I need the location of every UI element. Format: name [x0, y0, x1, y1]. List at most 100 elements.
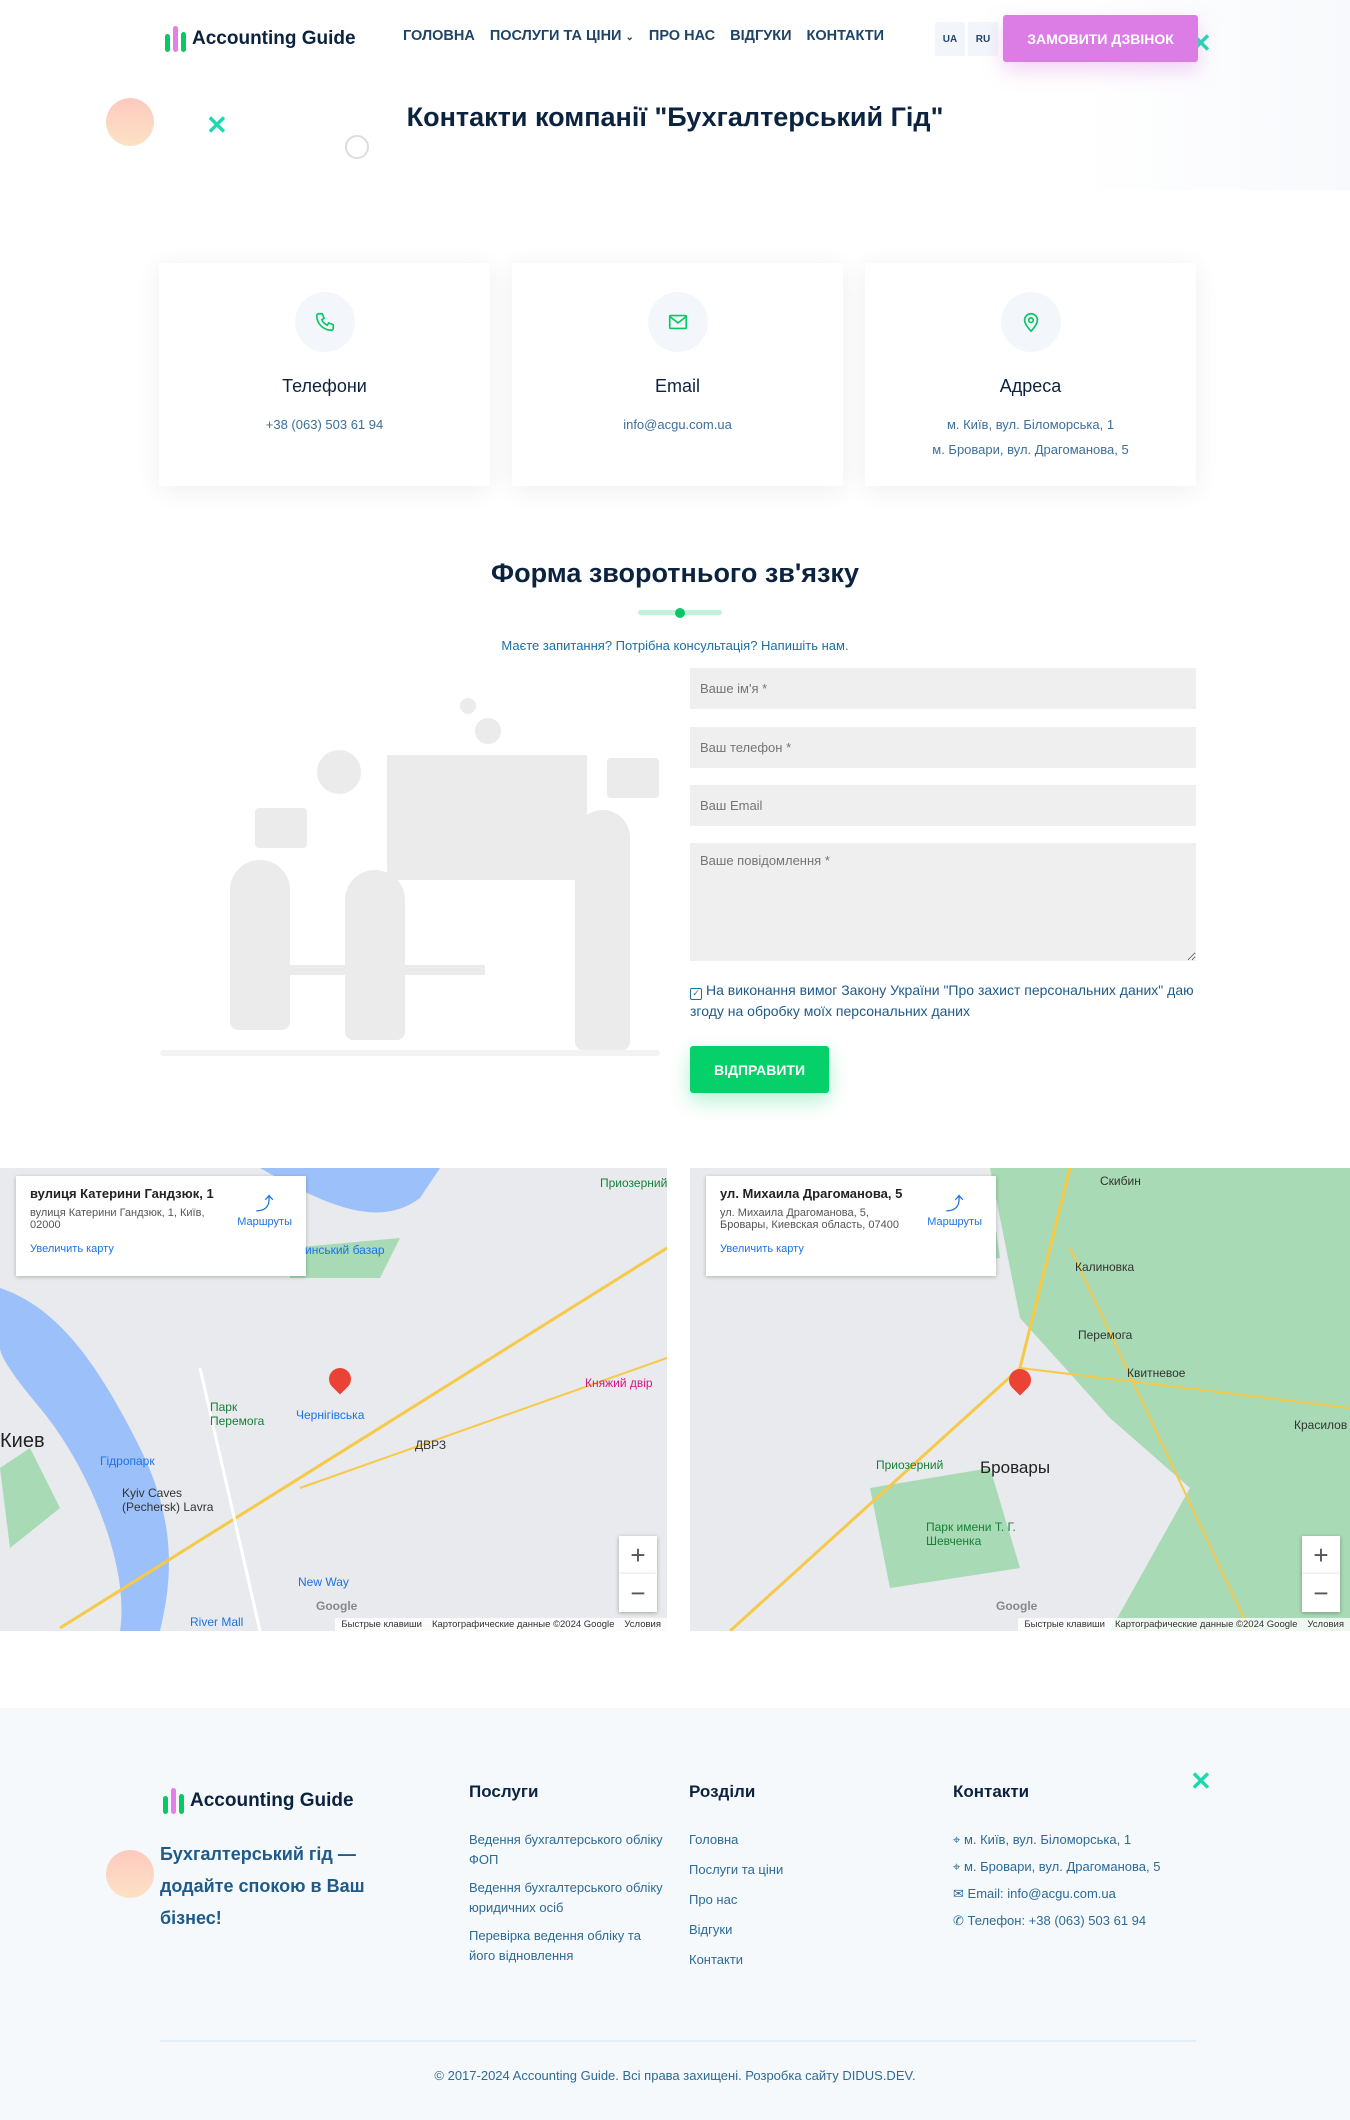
zoom-in-button[interactable]: + [1302, 1536, 1340, 1574]
footer-link[interactable]: Головна [689, 1830, 783, 1850]
phone-icon: ✆ [953, 1913, 964, 1928]
routes-button[interactable]: ⤴ Маршруты [237, 1190, 292, 1228]
contact-card-email: Email info@acgu.com.ua [512, 263, 843, 486]
routes-label: Маршруты [927, 1216, 982, 1228]
footer-sections-title: Розділи [689, 1782, 756, 1801]
logo[interactable]: Accounting Guide [165, 26, 356, 52]
form-subtitle: Маєте запитання? Потрібна консультація? … [501, 638, 849, 653]
nav-services-label: ПОСЛУГИ ТА ЦІНИ [489, 28, 622, 44]
card-email-value[interactable]: info@acgu.com.ua [512, 412, 843, 437]
location-icon [1000, 292, 1061, 352]
footer-phone[interactable]: Телефон: +38 (063) 503 61 94 [968, 1913, 1147, 1928]
consent-checkbox-label[interactable]: ✓ На виконання вимог Закону України "Про … [690, 980, 1196, 1022]
map-label: Kyiv Caves (Pechersk) Lavra [122, 1486, 214, 1514]
map-data-text: Картографические данные ©2024 Google [1114, 1619, 1298, 1630]
submit-button[interactable]: ВІДПРАВИТИ [690, 1046, 829, 1093]
map-label: River Mall [190, 1615, 244, 1629]
footer-link[interactable]: Ведення бухгалтерського обліку юридичних… [469, 1878, 669, 1918]
footer-link[interactable]: Ведення бухгалтерського обліку ФОП [469, 1830, 669, 1870]
card-phone-value[interactable]: +38 (063) 503 61 94 [159, 412, 490, 437]
card-address-line: м. Бровари, вул. Драгоманова, 5 [932, 442, 1129, 457]
logo-text: Accounting Guide [190, 1790, 354, 1811]
terms-link[interactable]: Условия [1307, 1619, 1344, 1630]
map-label: Квитневое [1127, 1366, 1186, 1380]
map-label: ДВРЗ [415, 1438, 447, 1452]
zoom-in-button[interactable]: + [619, 1536, 657, 1574]
email-input[interactable] [690, 785, 1196, 826]
footer-services-list: Ведення бухгалтерського обліку ФОП Веден… [469, 1830, 669, 1966]
keyboard-shortcuts-link[interactable]: Быстрые клавиши [341, 1619, 422, 1630]
title-divider [638, 607, 722, 618]
map-label: Калиновка [1075, 1260, 1135, 1274]
footer-link[interactable]: Перевірка ведення обліку та його відновл… [469, 1926, 669, 1966]
name-input[interactable] [690, 668, 1196, 709]
nav-reviews[interactable]: ВІДГУКИ [730, 28, 791, 44]
footer-sections-list: Головна Послуги та ціни Про нас Відгуки … [689, 1830, 783, 1970]
zoom-out-button[interactable]: − [1302, 1574, 1340, 1612]
map-label: New Way [298, 1575, 349, 1589]
location-icon: ⌖ [953, 1859, 961, 1874]
footer-contacts-title: Контакти [953, 1782, 1030, 1801]
directions-icon: ⤴ [945, 1194, 964, 1214]
map-label: Приозерний [876, 1458, 944, 1472]
footer-email[interactable]: Email: info@acgu.com.ua [968, 1886, 1116, 1901]
footer-contact: м. Бровари, вул. Драгоманова, 5 [963, 1859, 1161, 1874]
map-label: Гідропарк [100, 1454, 155, 1468]
lang-ru[interactable]: RU [968, 22, 998, 56]
footer-link[interactable]: Відгуки [689, 1920, 783, 1940]
routes-button[interactable]: ⤴ Маршруты [927, 1190, 982, 1228]
message-textarea[interactable] [690, 843, 1196, 961]
footer-slogan: Бухгалтерський гід — додайте спокою в Ва… [160, 1844, 365, 1928]
terms-link[interactable]: Условия [624, 1619, 661, 1630]
nav-services[interactable]: ПОСЛУГИ ТА ЦІНИ ⌄ [490, 28, 634, 44]
map-kyiv[interactable]: вулиця Катерини Гандзюк, 1 вулиця Катери… [0, 1168, 667, 1631]
logo-mark-icon [163, 1788, 184, 1814]
form-title: Форма зворотнього зв'язку [491, 558, 859, 588]
map-brovary[interactable]: ул. Михаила Драгоманова, 5 ул. Михаила Д… [690, 1168, 1350, 1631]
contact-card-phone: Телефони +38 (063) 503 61 94 [159, 263, 490, 486]
map-info-card: ул. Михаила Драгоманова, 5 ул. Михаила Д… [706, 1176, 996, 1276]
logo-text: Accounting Guide [192, 28, 356, 49]
main-nav: ГОЛОВНА ПОСЛУГИ ТА ЦІНИ ⌄ ПРО НАС ВІДГУК… [403, 28, 884, 44]
mail-icon: ✉ [953, 1886, 964, 1901]
order-call-button[interactable]: ЗАМОВИТИ ДЗВІНОК [1003, 15, 1198, 62]
footer-services-title: Послуги [469, 1782, 539, 1801]
map-label: Парк имени Т. Г. Шевченка [926, 1520, 1016, 1548]
map-place-address: вулиця Катерини Гандзюк, 1, Київ, 02000 [30, 1207, 205, 1231]
card-title: Email [654, 376, 700, 396]
consent-checkbox[interactable]: ✓ [690, 988, 702, 1000]
google-logo: Google [316, 1599, 358, 1613]
phone-input[interactable] [690, 727, 1196, 768]
map-label: Приозерний [600, 1176, 667, 1190]
map-place-address: ул. Михаила Драгоманова, 5, Бровары, Кие… [720, 1207, 899, 1231]
footer-logo[interactable]: Accounting Guide [163, 1788, 354, 1814]
enlarge-map-link[interactable]: Увеличить карту [30, 1243, 292, 1255]
nav-about[interactable]: ПРО НАС [649, 28, 715, 44]
map-info-card: вулиця Катерини Гандзюк, 1 вулиця Катери… [16, 1176, 306, 1276]
card-title: Телефони [282, 376, 367, 396]
enlarge-map-link[interactable]: Увеличить карту [720, 1243, 982, 1255]
footer-link[interactable]: Контакти [689, 1950, 783, 1970]
logo-mark-icon [165, 26, 186, 52]
card-address-line: м. Київ, вул. Біломорська, 1 [946, 417, 1115, 432]
map-label: Красилов [1294, 1418, 1348, 1432]
nav-contacts[interactable]: КОНТАКТИ [807, 28, 885, 44]
phone-icon [294, 292, 355, 352]
nav-home[interactable]: ГОЛОВНА [403, 28, 475, 44]
map-label: Киев [0, 1430, 45, 1452]
footer-contacts-list: ⌖ м. Київ, вул. Біломорська, 1 ⌖ м. Бров… [953, 1830, 1160, 1931]
mail-icon [647, 292, 708, 352]
decor-circle [106, 1850, 154, 1898]
decor-x-icon: ✕ [1190, 1766, 1212, 1796]
map-attribution: Быстрые клавиши Картографические данные ©… [1018, 1618, 1350, 1631]
keyboard-shortcuts-link[interactable]: Быстрые клавиши [1024, 1619, 1105, 1630]
decor-ring [345, 135, 369, 159]
map-label: инський базар [305, 1243, 385, 1257]
footer-link[interactable]: Про нас [689, 1890, 783, 1910]
footer-link[interactable]: Послуги та ціни [689, 1860, 783, 1880]
lang-ua[interactable]: UA [935, 22, 965, 56]
zoom-out-button[interactable]: − [619, 1574, 657, 1612]
contact-card-address: Адреса м. Київ, вул. Біломорська, 1 м. Б… [865, 263, 1196, 486]
google-logo: Google [996, 1599, 1038, 1613]
map-label: Парк Перемога [210, 1400, 265, 1428]
